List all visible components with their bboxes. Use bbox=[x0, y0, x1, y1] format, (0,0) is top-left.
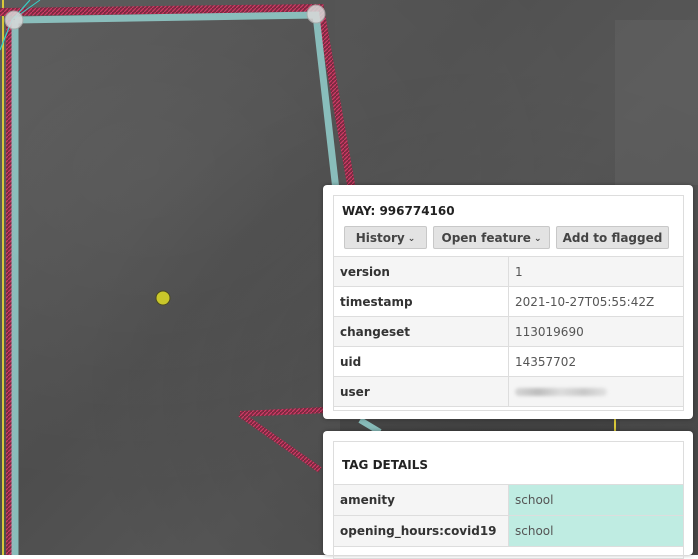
table-row: timestamp 2021-10-27T05:55:42Z bbox=[333, 286, 684, 317]
way-vertex[interactable] bbox=[306, 4, 326, 24]
chevron-down-icon: ⌄ bbox=[407, 234, 416, 244]
tag-details-panel: TAG DETAILS amenity school opening_hours… bbox=[323, 431, 693, 559]
open-feature-button-label: Open feature bbox=[441, 231, 531, 245]
feature-point[interactable] bbox=[155, 290, 171, 306]
tag-key: amenity bbox=[333, 484, 509, 516]
way-info-panel: WAY: 996774160 History ⌄ Open feature ⌄ Ad… bbox=[323, 185, 693, 419]
table-row: amenity school bbox=[333, 484, 684, 516]
add-to-flagged-button[interactable]: Add to flagged bbox=[556, 226, 669, 249]
property-value: 14357702 bbox=[508, 346, 684, 377]
redacted-username bbox=[515, 388, 607, 396]
way-title: WAY: 996774160 bbox=[342, 204, 455, 218]
property-key: uid bbox=[333, 346, 509, 377]
tag-details-box: TAG DETAILS amenity school opening_hours… bbox=[333, 441, 684, 559]
tag-key: opening_hours:covid19 bbox=[333, 515, 509, 547]
property-key: changeset bbox=[333, 316, 509, 347]
way-vertex[interactable] bbox=[4, 10, 24, 30]
property-value-redacted bbox=[508, 376, 684, 407]
history-button-label: History bbox=[355, 231, 405, 245]
table-row: opening_hours:covid19 school bbox=[333, 515, 684, 547]
property-value: 2021-10-27T05:55:42Z bbox=[508, 286, 684, 317]
property-key: version bbox=[333, 256, 509, 287]
table-row: user bbox=[333, 376, 684, 407]
table-row: version 1 bbox=[333, 256, 684, 287]
adjacent-way-casing bbox=[238, 411, 322, 473]
table-row: changeset 113019690 bbox=[333, 316, 684, 347]
tag-value: school bbox=[508, 515, 684, 547]
property-key: timestamp bbox=[333, 286, 509, 317]
tag-value: school bbox=[508, 484, 684, 516]
way-info-box: WAY: 996774160 History ⌄ Open feature ⌄ Ad… bbox=[333, 195, 684, 411]
properties-table: version 1 timestamp 2021-10-27T05:55:42Z… bbox=[333, 256, 684, 407]
building-roof bbox=[615, 20, 698, 185]
property-value: 113019690 bbox=[508, 316, 684, 347]
adjacent-way-casing bbox=[0, 3, 356, 191]
tags-table: amenity school opening_hours:covid19 sch… bbox=[333, 484, 684, 547]
open-feature-button[interactable]: Open feature ⌄ bbox=[433, 226, 550, 249]
property-value: 1 bbox=[508, 256, 684, 287]
property-key: user bbox=[333, 376, 509, 407]
history-button[interactable]: History ⌄ bbox=[344, 226, 427, 249]
selected-way-outline[interactable] bbox=[14, 11, 340, 191]
chevron-down-icon: ⌄ bbox=[533, 234, 542, 244]
table-row: uid 14357702 bbox=[333, 346, 684, 377]
tag-details-title: TAG DETAILS bbox=[342, 458, 429, 472]
adjacent-way-casing bbox=[239, 407, 326, 417]
